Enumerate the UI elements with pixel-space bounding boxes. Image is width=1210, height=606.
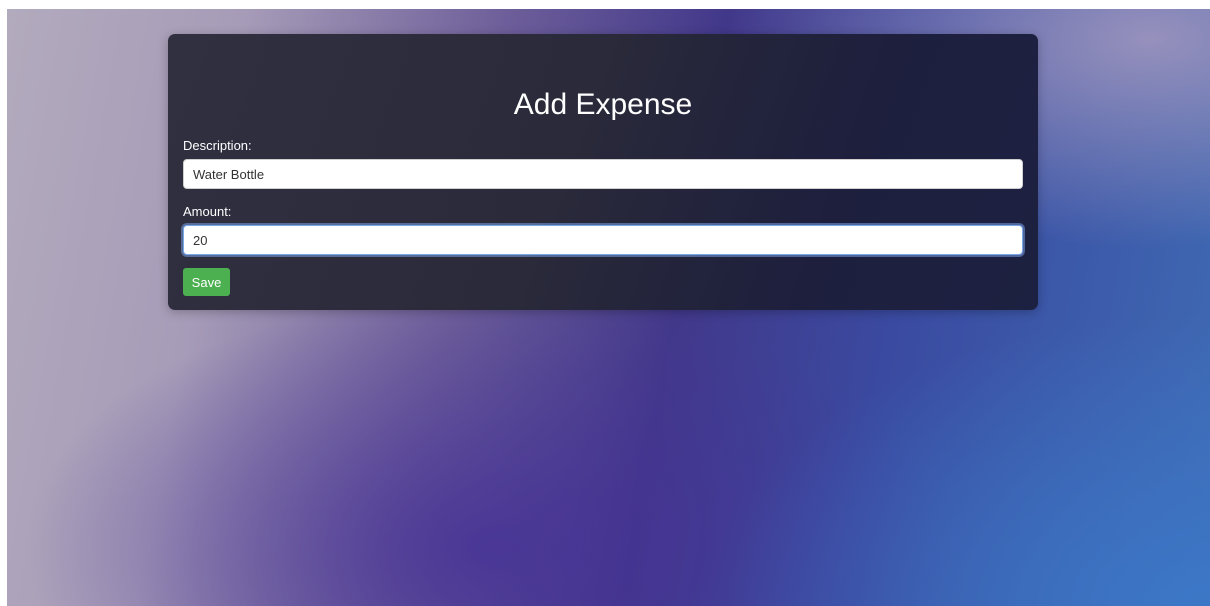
amount-label: Amount: [183,204,232,219]
amount-input[interactable] [183,225,1023,255]
add-expense-form: Add Expense Description: Amount: Save [168,34,1038,310]
save-button[interactable]: Save [183,268,230,296]
description-input[interactable] [183,159,1023,189]
form-title: Add Expense [513,88,693,121]
page-background: Add Expense Description: Amount: Save [7,9,1210,606]
description-label: Description: [183,138,252,153]
